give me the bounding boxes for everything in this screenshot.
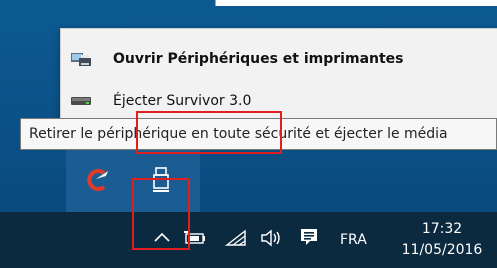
window-edge bbox=[215, 0, 497, 6]
action-center-icon[interactable] bbox=[298, 226, 320, 248]
wifi-icon[interactable] bbox=[224, 228, 248, 248]
ccleaner-icon[interactable] bbox=[83, 162, 115, 198]
clock-time: 17:32 bbox=[421, 221, 463, 237]
menu-item-label: Ouvrir Périphériques et imprimantes bbox=[113, 51, 404, 67]
volume-icon[interactable] bbox=[258, 228, 284, 248]
menu-item-label: Éjecter Survivor 3.0 bbox=[113, 93, 252, 109]
clock-date: 11/05/2016 bbox=[401, 242, 483, 258]
highlight-box bbox=[136, 111, 282, 154]
devices-printers-icon bbox=[69, 49, 93, 69]
drive-icon bbox=[69, 91, 93, 111]
language-indicator[interactable]: FRA bbox=[340, 232, 367, 248]
menu-item-open-devices-printers[interactable]: Ouvrir Périphériques et imprimantes bbox=[61, 39, 497, 79]
highlight-box bbox=[132, 178, 190, 250]
clock[interactable]: 17:32 11/05/2016 bbox=[390, 219, 494, 261]
